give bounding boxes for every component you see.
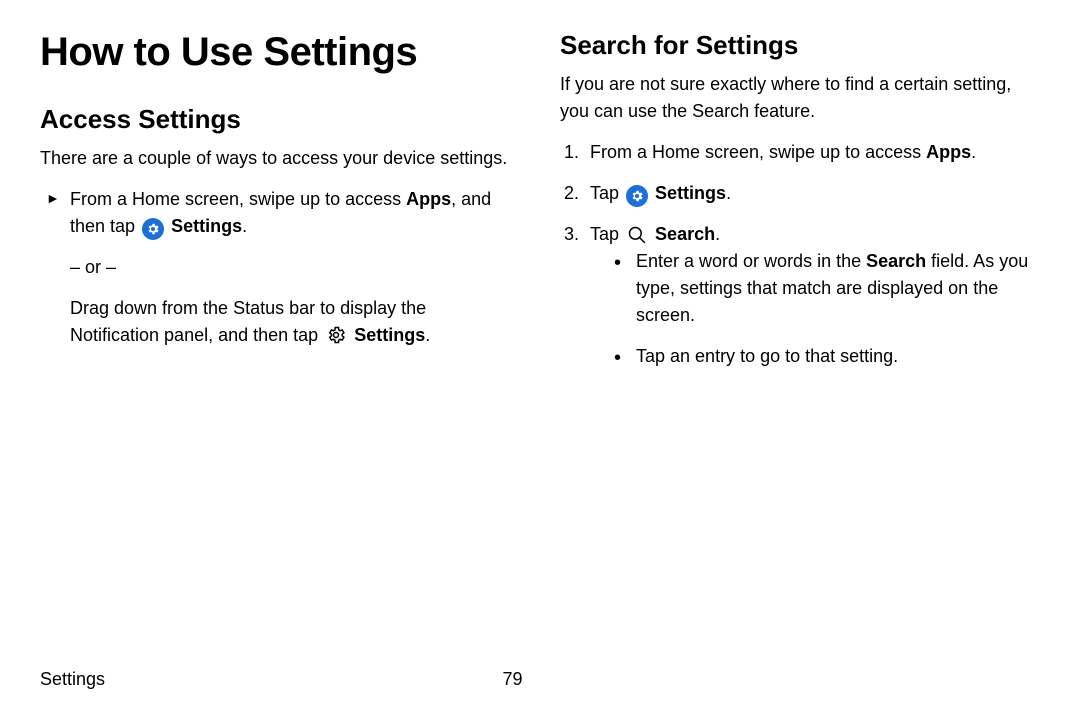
page-footer: Settings 79 <box>40 669 1040 690</box>
search-step-2: Tap Settings. <box>560 180 1040 207</box>
search-icon <box>626 224 648 246</box>
access-intro: There are a couple of ways to access you… <box>40 145 520 172</box>
text: . <box>715 224 720 244</box>
heading-access-settings: Access Settings <box>40 104 520 135</box>
apps-label: Apps <box>406 189 451 209</box>
text: . <box>726 183 731 203</box>
settings-label: Settings <box>171 216 242 236</box>
text: . <box>242 216 247 236</box>
text: From a Home screen, swipe up to access <box>70 189 406 209</box>
arrow-icon: ► <box>46 188 60 209</box>
access-step-1: ► From a Home screen, swipe up to access… <box>40 186 520 240</box>
footer-section: Settings <box>40 669 105 690</box>
text: From a Home screen, swipe up to access <box>590 142 926 162</box>
text: Tap <box>590 183 624 203</box>
search-label: Search <box>655 224 715 244</box>
settings-label: Settings <box>655 183 726 203</box>
page-title: How to Use Settings <box>40 30 520 74</box>
footer-page-number: 79 <box>503 669 643 690</box>
settings-label: Settings <box>354 325 425 345</box>
settings-outline-icon <box>325 324 347 346</box>
search-step-1: From a Home screen, swipe up to access A… <box>560 139 1040 166</box>
apps-label: Apps <box>926 142 971 162</box>
search-bullet-2: Tap an entry to go to that setting. <box>614 343 1040 370</box>
search-bullet-1: Enter a word or words in the Search fiel… <box>614 248 1040 329</box>
search-intro: If you are not sure exactly where to fin… <box>560 71 1040 125</box>
text: Tap <box>590 224 624 244</box>
search-field-label: Search <box>866 251 926 271</box>
settings-icon <box>142 218 164 240</box>
settings-icon <box>626 185 648 207</box>
heading-search-settings: Search for Settings <box>560 30 1040 61</box>
or-divider: – or – <box>40 254 520 281</box>
text: . <box>425 325 430 345</box>
access-step-2: Drag down from the Status bar to display… <box>40 295 520 349</box>
text: Enter a word or words in the <box>636 251 866 271</box>
text: . <box>971 142 976 162</box>
search-step-3: Tap Search. Enter a word or words in the… <box>560 221 1040 370</box>
